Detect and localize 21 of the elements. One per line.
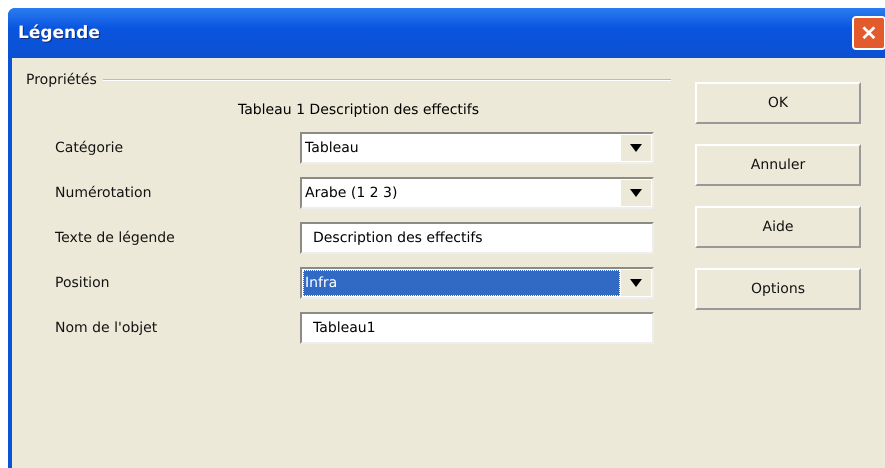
- dropdown-field[interactable]: Infra: [300, 267, 654, 299]
- dropdown-arrow-icon: [630, 279, 642, 287]
- text-field[interactable]: Tableau1: [300, 312, 654, 344]
- dropdown-arrow-icon: [630, 144, 642, 152]
- dropdown-arrow-icon: [630, 189, 642, 197]
- window-title: Légende: [18, 23, 100, 43]
- close-button[interactable]: ✕: [852, 16, 885, 50]
- dialog-button[interactable]: Aide: [695, 206, 861, 248]
- text-field[interactable]: Description des effectifs: [300, 222, 654, 254]
- dialog-button[interactable]: Options: [695, 268, 861, 310]
- caption-preview: Tableau 1 Description des effectifs: [236, 102, 480, 118]
- dialog-button[interactable]: Annuler: [695, 144, 861, 186]
- field-label: Nom de l'objet: [54, 320, 158, 336]
- field-label: Texte de légende: [54, 230, 176, 246]
- field-label: Position: [54, 275, 111, 291]
- field-label: Numérotation: [54, 185, 152, 201]
- dropdown-field[interactable]: Arabe (1 2 3): [300, 177, 654, 209]
- dialog-button[interactable]: OK: [695, 82, 861, 124]
- group-title: Propriétés: [26, 72, 97, 88]
- dropdown-field[interactable]: Tableau: [300, 132, 654, 164]
- field-label: Catégorie: [54, 140, 124, 156]
